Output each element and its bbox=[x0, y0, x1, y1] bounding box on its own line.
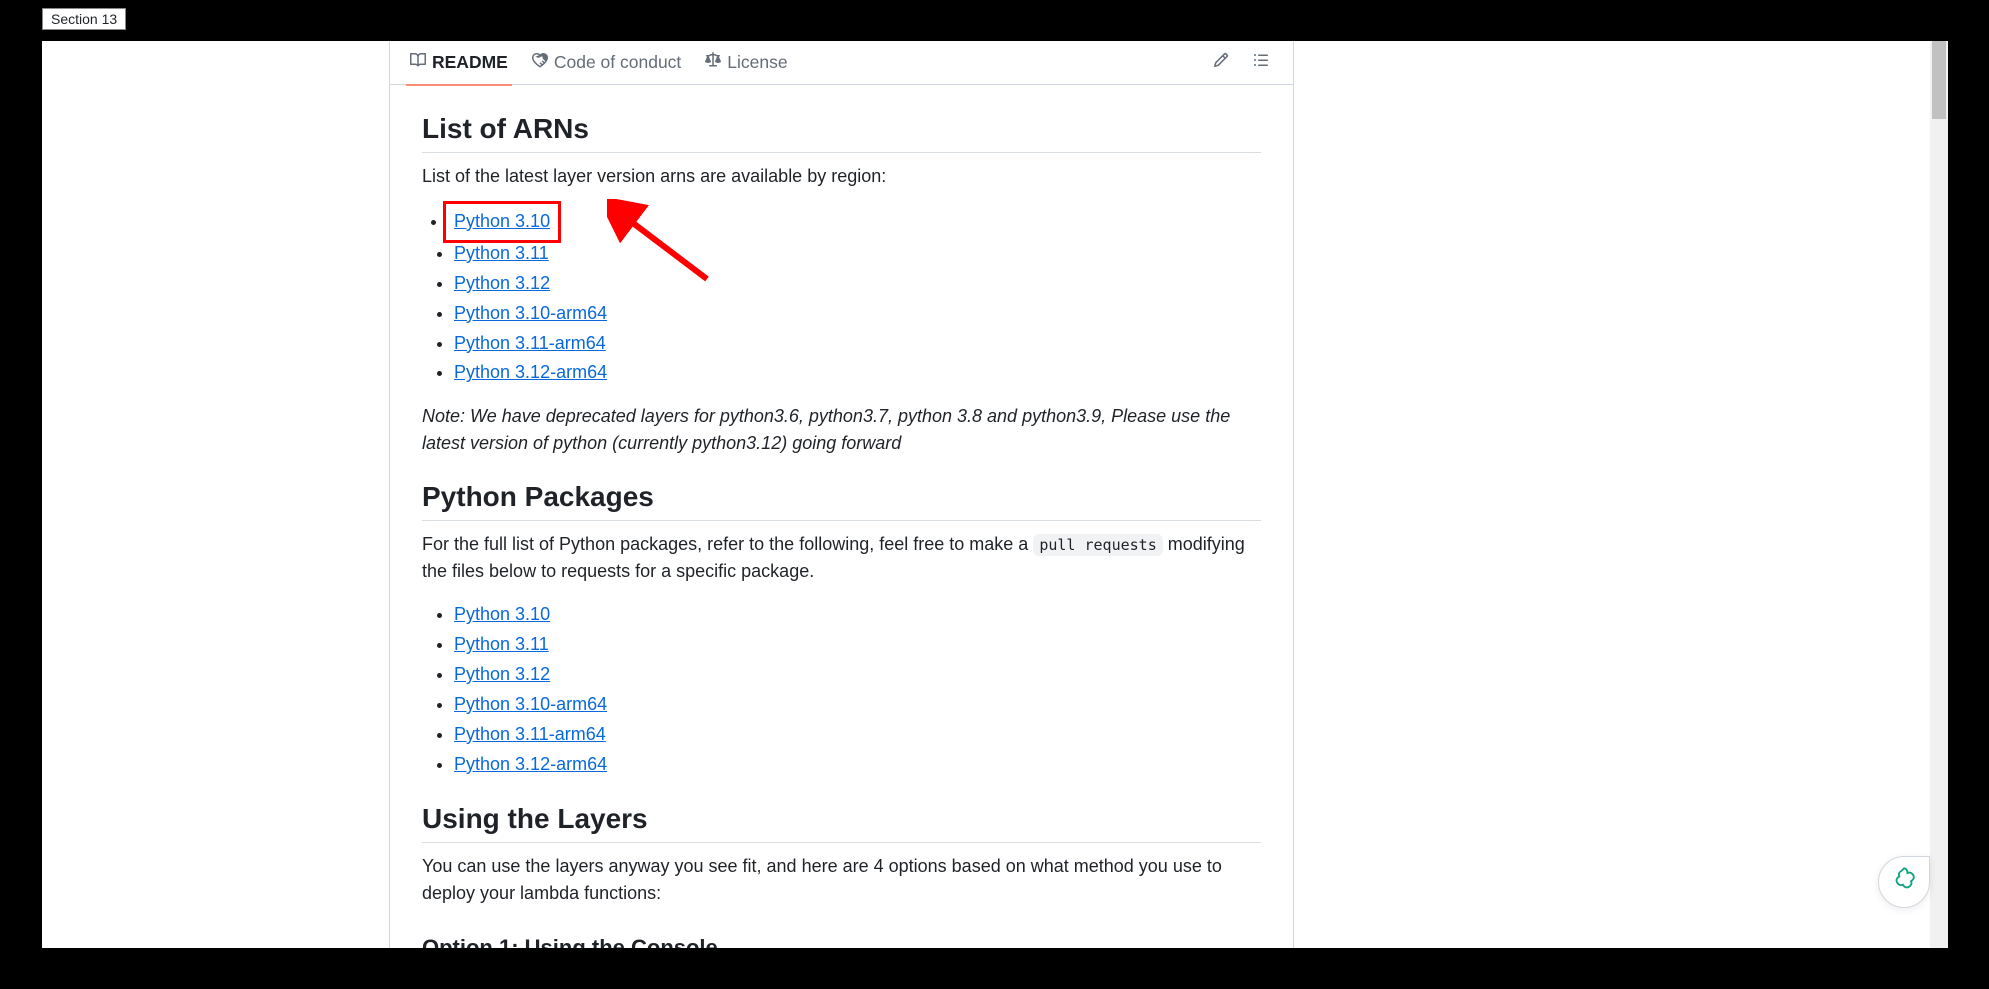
deprecation-note: Note: We have deprecated layers for pyth… bbox=[422, 403, 1261, 457]
ai-assistant-button[interactable] bbox=[1878, 856, 1930, 908]
pull-requests-code: pull requests bbox=[1033, 534, 1162, 556]
pkg-links-list: Python 3.10 Python 3.11 Python 3.12 Pyth… bbox=[422, 601, 1261, 778]
pkg-link-py311arm[interactable]: Python 3.11-arm64 bbox=[454, 724, 606, 744]
pkg-link-py311[interactable]: Python 3.11 bbox=[454, 634, 549, 654]
list-item: Python 3.10 bbox=[454, 601, 1261, 629]
scrollbar[interactable] bbox=[1930, 41, 1948, 948]
heading-using-layers: Using the Layers bbox=[422, 803, 1261, 843]
heading-option1: Option 1: Using the Console bbox=[422, 935, 1261, 948]
tab-conduct-label: Code of conduct bbox=[554, 52, 681, 73]
section-label: Section 13 bbox=[42, 8, 126, 30]
using-layers-text: You can use the layers anyway you see fi… bbox=[422, 853, 1261, 907]
list-item: Python 3.10 bbox=[448, 206, 556, 238]
book-icon bbox=[410, 52, 426, 73]
pkg-link-py310arm[interactable]: Python 3.10-arm64 bbox=[454, 694, 607, 714]
viewport: README Code of conduct License bbox=[42, 41, 1948, 948]
pkg-link-py312arm[interactable]: Python 3.12-arm64 bbox=[454, 754, 607, 774]
arn-link-py311arm[interactable]: Python 3.11-arm64 bbox=[454, 333, 606, 353]
edit-button[interactable] bbox=[1205, 47, 1237, 79]
list-item: Python 3.10-arm64 bbox=[454, 300, 1261, 328]
pkg-link-py310[interactable]: Python 3.10 bbox=[454, 604, 550, 624]
packages-intro-text: For the full list of Python packages, re… bbox=[422, 531, 1261, 585]
list-item: Python 3.12-arm64 bbox=[454, 751, 1261, 779]
tab-license-label: License bbox=[727, 52, 787, 73]
arn-link-py311[interactable]: Python 3.11 bbox=[454, 243, 549, 263]
ai-flower-icon bbox=[1890, 866, 1918, 899]
tab-readme-label: README bbox=[432, 52, 508, 73]
tabs-header: README Code of conduct License bbox=[390, 41, 1293, 85]
readme-panel: README Code of conduct License bbox=[389, 41, 1294, 948]
list-item: Python 3.11 bbox=[454, 631, 1261, 659]
list-item: Python 3.12-arm64 bbox=[454, 359, 1261, 387]
list-item: Python 3.11-arm64 bbox=[454, 330, 1261, 358]
tab-license[interactable]: License bbox=[693, 41, 799, 85]
list-item: Python 3.10-arm64 bbox=[454, 691, 1261, 719]
arn-intro-text: List of the latest layer version arns ar… bbox=[422, 163, 1261, 190]
tab-code-of-conduct[interactable]: Code of conduct bbox=[520, 41, 693, 85]
list-icon bbox=[1253, 52, 1269, 73]
list-item: Python 3.11-arm64 bbox=[454, 721, 1261, 749]
header-actions bbox=[1205, 47, 1285, 79]
conduct-icon bbox=[532, 52, 548, 73]
arn-links-list: Python 3.10 Python 3.11 Python 3.12 Pyth… bbox=[422, 206, 1261, 387]
readme-body: List of ARNs List of the latest layer ve… bbox=[390, 85, 1293, 948]
arn-link-py310[interactable]: Python 3.10 bbox=[454, 211, 550, 231]
pkg-link-py312[interactable]: Python 3.12 bbox=[454, 664, 550, 684]
arn-link-py312[interactable]: Python 3.12 bbox=[454, 273, 550, 293]
tab-readme[interactable]: README bbox=[398, 41, 520, 85]
heading-list-of-arns: List of ARNs bbox=[422, 113, 1261, 153]
heading-python-packages: Python Packages bbox=[422, 481, 1261, 521]
pencil-icon bbox=[1213, 52, 1229, 73]
outline-button[interactable] bbox=[1245, 47, 1277, 79]
list-item: Python 3.12 bbox=[454, 661, 1261, 689]
list-item: Python 3.11 bbox=[454, 240, 1261, 268]
arn-link-py312arm[interactable]: Python 3.12-arm64 bbox=[454, 362, 607, 382]
arn-link-py310arm[interactable]: Python 3.10-arm64 bbox=[454, 303, 607, 323]
list-item: Python 3.12 bbox=[454, 270, 1261, 298]
scrollbar-thumb[interactable] bbox=[1932, 41, 1946, 119]
law-icon bbox=[705, 52, 721, 73]
